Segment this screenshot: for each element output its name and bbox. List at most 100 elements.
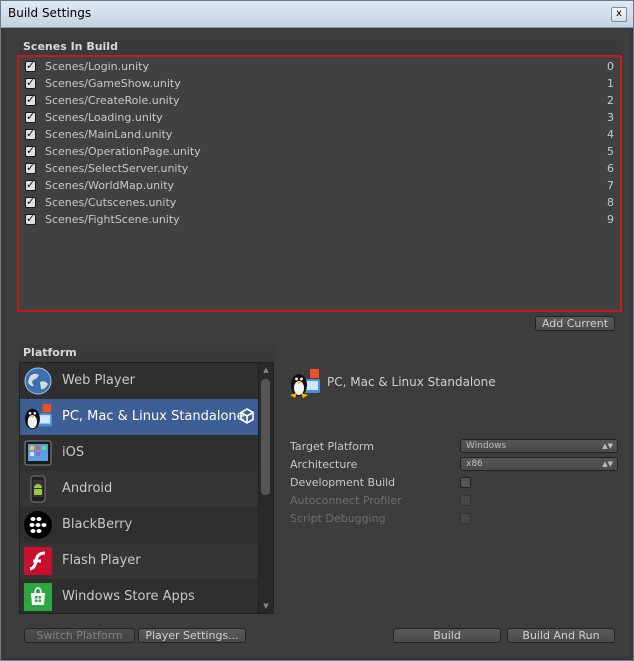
scene-row[interactable]: ✓ Scenes/OperationPage.unity 5 [23,144,618,161]
autoconnect-profiler-label: Autoconnect Profiler [290,494,402,507]
scroll-down-icon[interactable]: ▼ [261,601,271,611]
scene-row[interactable]: ✓ Scenes/Login.unity 0 [23,59,618,76]
scene-name: Scenes/Cutscenes.unity [45,196,177,209]
scene-index: 0 [607,60,614,73]
scroll-thumb[interactable] [261,379,270,495]
checkmark-icon: ✓ [26,178,36,191]
blackberry-icon [23,510,53,540]
platform-list[interactable]: Windows Store Apps Flash Player BlackBerry… [19,362,274,614]
development-build-label: Development Build [290,476,396,489]
scene-index: 3 [607,111,614,124]
scene-name: Scenes/MainLand.unity [45,128,173,141]
target-platform-value: Windows [466,441,507,451]
architecture-row: Architecture x86 ▲▼ [290,457,620,473]
checkmark-icon: ✓ [26,110,36,123]
close-button[interactable]: x [611,7,627,22]
scene-checkbox[interactable]: ✓ [25,144,36,157]
scene-index: 9 [607,213,614,226]
scene-checkbox[interactable]: ✓ [25,76,36,89]
platform-label: Web Player [62,373,135,388]
platform-item[interactable]: Flash Player [20,543,259,579]
scene-name: Scenes/SelectServer.unity [45,162,189,175]
platform-label: PC, Mac & Linux Standalone [62,409,245,424]
scene-checkbox[interactable]: ✓ [25,110,36,123]
scene-index: 7 [607,179,614,192]
standalone-icon [23,402,53,432]
development-build-checkbox[interactable] [460,477,471,488]
scene-name: Scenes/CreateRole.unity [45,94,180,107]
ios-device-icon [23,438,53,468]
scene-row[interactable]: ✓ Scenes/CreateRole.unity 2 [23,93,618,110]
scene-name: Scenes/WorldMap.unity [45,179,175,192]
checkmark-icon: ✓ [26,161,36,174]
switch-platform-button[interactable]: Switch Platform [24,628,135,643]
scene-name: Scenes/OperationPage.unity [45,145,201,158]
script-debugging-label: Script Debugging [290,512,386,525]
player-settings-button[interactable]: Player Settings... [138,628,246,643]
scene-index: 4 [607,128,614,141]
scenes-in-build-header: Scenes In Build [19,39,623,56]
scene-checkbox[interactable]: ✓ [25,178,36,191]
scene-checkbox[interactable]: ✓ [25,93,36,106]
scene-row[interactable]: ✓ Scenes/Cutscenes.unity 8 [23,195,618,212]
scenes-list[interactable]: ✓ Scenes/Login.unity 0 ✓ Scenes/GameShow.uni… [17,55,622,312]
build-and-run-button[interactable]: Build And Run [507,628,615,643]
autoconnect-profiler-row: Autoconnect Profiler [290,493,620,509]
platform-item[interactable]: Web Player [20,363,259,399]
scene-index: 2 [607,94,614,107]
scene-row[interactable]: ✓ Scenes/MainLand.unity 4 [23,127,618,144]
architecture-dropdown[interactable]: x86 ▲▼ [460,457,618,471]
scene-index: 8 [607,196,614,209]
scene-checkbox[interactable]: ✓ [25,161,36,174]
checkmark-icon: ✓ [26,59,36,72]
target-platform-label: Target Platform [290,440,374,453]
scene-row[interactable]: ✓ Scenes/Loading.unity 3 [23,110,618,127]
scene-row[interactable]: ✓ Scenes/FightScene.unity 9 [23,212,618,229]
globe-icon [23,366,53,396]
architecture-value: x86 [466,459,483,469]
target-platform-dropdown[interactable]: Windows ▲▼ [460,439,618,453]
build-button[interactable]: Build [393,628,501,643]
scene-name: Scenes/GameShow.unity [45,77,181,90]
scroll-up-icon[interactable]: ▲ [261,365,271,375]
autoconnect-profiler-checkbox [460,495,471,506]
platform-item[interactable]: iOS [20,435,259,471]
window-title: Build Settings [8,6,92,20]
scene-index: 5 [607,145,614,158]
platform-label: Flash Player [62,553,141,568]
selected-platform-title: PC, Mac & Linux Standalone [327,375,496,389]
scene-checkbox[interactable]: ✓ [25,212,36,225]
android-phone-icon [23,474,53,504]
scene-name: Scenes/FightScene.unity [45,213,180,226]
updown-arrow-icon: ▲▼ [602,460,613,468]
checkmark-icon: ✓ [26,76,36,89]
platform-item[interactable]: Android [20,471,259,507]
scene-row[interactable]: ✓ Scenes/GameShow.unity 1 [23,76,618,93]
add-current-button[interactable]: Add Current [535,316,615,331]
scene-row[interactable]: ✓ Scenes/SelectServer.unity 6 [23,161,618,178]
platform-settings-panel: PC, Mac & Linux Standalone Target Platfo… [285,363,625,525]
platform-item[interactable]: PC, Mac & Linux Standalone [20,399,259,435]
platform-label: Android [62,481,113,496]
scene-row[interactable]: ✓ Scenes/WorldMap.unity 7 [23,178,618,195]
platform-item[interactable]: BlackBerry [20,507,259,543]
content-area: Scenes In Build ✓ Scenes/Login.unity 0 ✓ Sce… [5,29,631,657]
platform-list-scrollbar[interactable]: ▲ ▼ [258,363,273,613]
platform-label: iOS [62,445,85,460]
architecture-label: Architecture [290,458,358,471]
scene-name: Scenes/Loading.unity [45,111,163,124]
checkmark-icon: ✓ [26,127,36,140]
platform-item[interactable]: Windows Store Apps [20,579,259,613]
scene-checkbox[interactable]: ✓ [25,195,36,208]
platform-label: Windows Store Apps [62,589,195,604]
scene-checkbox[interactable]: ✓ [25,127,36,140]
flash-icon [23,546,53,576]
checkmark-icon: ✓ [26,93,36,106]
close-icon: x [616,8,622,19]
unity-logo-icon [240,408,254,424]
scene-checkbox[interactable]: ✓ [25,59,36,72]
title-bar[interactable]: Build Settings x [1,1,633,28]
updown-arrow-icon: ▲▼ [602,442,613,450]
platform-header: Platform [19,345,275,362]
platform-label: BlackBerry [62,517,133,532]
